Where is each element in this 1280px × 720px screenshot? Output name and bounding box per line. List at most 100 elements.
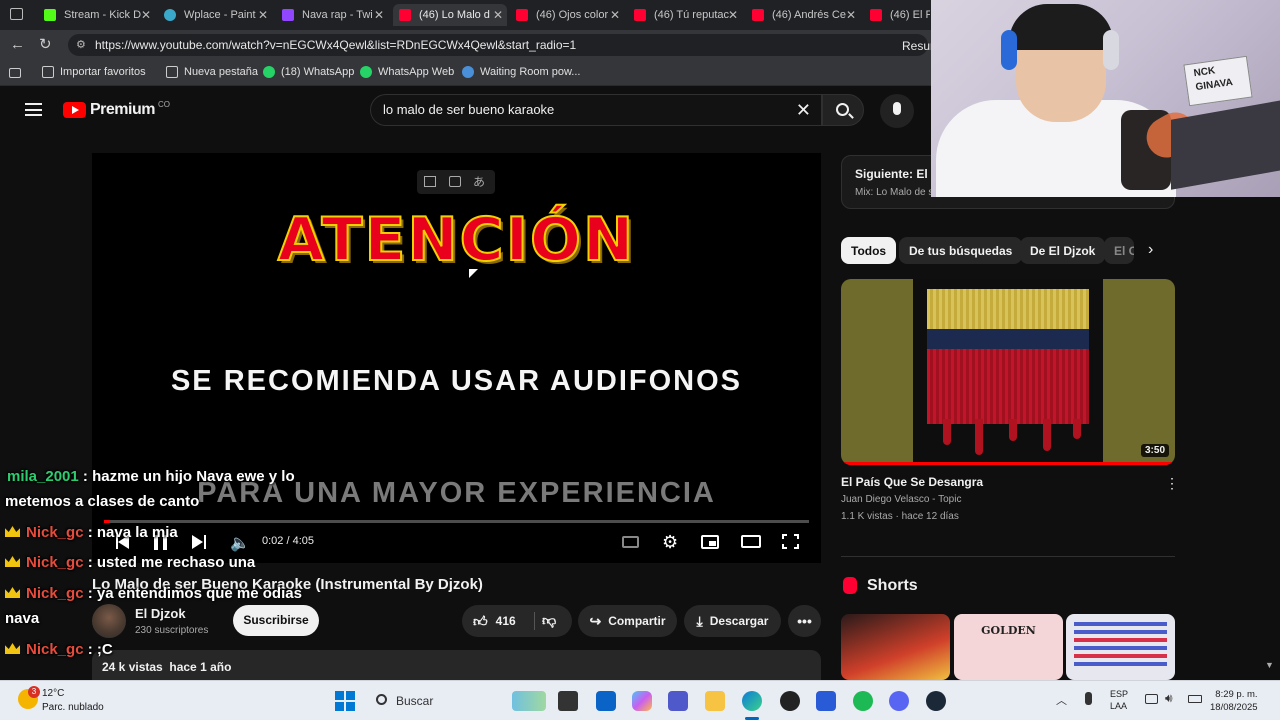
- hamburger-menu-icon[interactable]: [25, 103, 42, 116]
- clear-search-icon[interactable]: ✕: [796, 95, 811, 125]
- video-player[interactable]: あ ATENCIÓN SE RECOMIENDA USAR AUDIFONOS …: [92, 153, 821, 563]
- kick-icon: [44, 9, 56, 21]
- close-tab-icon[interactable]: ✕: [374, 8, 384, 22]
- search-button[interactable]: [822, 94, 864, 126]
- thumbs-up-icon: 👍︎: [473, 612, 488, 629]
- browser-tab[interactable]: (46) Ojos color ✕: [512, 4, 624, 26]
- sidebar-toggle-icon[interactable]: [9, 68, 21, 78]
- obs-icon[interactable]: [780, 691, 800, 711]
- store-icon[interactable]: [596, 691, 616, 711]
- voice-search-button[interactable]: [880, 94, 914, 128]
- volume-icon[interactable]: 🔈: [230, 533, 250, 553]
- steam-icon[interactable]: [926, 691, 946, 711]
- subtitles-icon[interactable]: [622, 536, 639, 548]
- chip-from-searches[interactable]: De tus búsquedas: [899, 237, 1023, 264]
- close-tab-icon[interactable]: ✕: [493, 8, 503, 22]
- spotify-icon[interactable]: [853, 691, 873, 711]
- close-tab-icon[interactable]: ✕: [141, 8, 151, 22]
- bookmark-whatsapp[interactable]: (18) WhatsApp: [263, 66, 354, 78]
- description-box[interactable]: 24 k vistas hace 1 año: [92, 650, 821, 680]
- browser-tab[interactable]: Nava rap - Twi ✕: [278, 4, 388, 26]
- short-thumbnail[interactable]: [841, 614, 950, 680]
- browser-tab[interactable]: (46) Andrés Ce ✕: [748, 4, 860, 26]
- edge-icon[interactable]: [742, 691, 762, 711]
- battery-icon[interactable]: [1188, 695, 1202, 703]
- teams-icon[interactable]: [668, 691, 688, 711]
- chip-all[interactable]: Todos: [841, 237, 897, 264]
- site-info-icon[interactable]: ⚙: [76, 34, 86, 56]
- language-indicator[interactable]: ESP LAA: [1110, 688, 1128, 712]
- chat-username: Nick_gc: [26, 585, 84, 602]
- capture-icon[interactable]: [449, 176, 461, 187]
- browser-tab[interactable]: (46) Tú reputac ✕: [630, 4, 742, 26]
- recommended-thumbnail[interactable]: 3:50: [841, 279, 1175, 465]
- short-thumbnail[interactable]: GOLDEN: [954, 614, 1063, 680]
- url-field[interactable]: ⚙ https://www.youtube.com/watch?v=nEGCWx…: [68, 34, 928, 56]
- clock-time: 8:29 p. m.: [1215, 689, 1258, 700]
- scroll-down-icon[interactable]: ▼: [1265, 660, 1274, 670]
- speaker-icon[interactable]: 🔊︎: [1165, 691, 1173, 706]
- shorts-heading: Shorts: [867, 577, 918, 594]
- progress-bar[interactable]: [104, 520, 809, 523]
- tray-mic-icon[interactable]: [1085, 692, 1092, 705]
- theater-mode-icon[interactable]: [741, 535, 761, 548]
- recommended-title[interactable]: El País Que Se Desangra: [841, 475, 983, 489]
- fullscreen-icon[interactable]: [782, 534, 799, 549]
- recommended-channel[interactable]: Juan Diego Velasco - Topic: [841, 494, 961, 505]
- task-view-icon[interactable]: [558, 691, 578, 711]
- clock[interactable]: 8:29 p. m. 18/08/2025: [1210, 688, 1258, 714]
- chevron-right-icon[interactable]: ›: [1148, 241, 1153, 259]
- youtube-icon: [870, 9, 882, 21]
- network-icon[interactable]: [1145, 694, 1158, 704]
- close-tab-icon[interactable]: ✕: [258, 8, 268, 22]
- next-icon[interactable]: [192, 535, 206, 549]
- crop-icon[interactable]: [424, 176, 436, 187]
- bookmark-waiting-room[interactable]: Waiting Room pow...: [462, 66, 580, 78]
- tab-actions-icon[interactable]: [10, 8, 23, 20]
- windows-start-icon[interactable]: [335, 691, 355, 711]
- close-tab-icon[interactable]: ✕: [728, 8, 738, 22]
- bookmark-import[interactable]: Importar favoritos: [42, 66, 146, 78]
- reload-icon[interactable]: ↻: [39, 35, 52, 53]
- taskbar-search[interactable]: Buscar: [368, 686, 503, 716]
- copilot-icon[interactable]: [632, 691, 652, 711]
- browser-tab[interactable]: Wplace - Paint ✕: [160, 4, 272, 26]
- microphone-icon: [893, 102, 901, 115]
- tray-chevron-icon[interactable]: ︿: [1056, 692, 1067, 708]
- weather-widget[interactable]: 3 12°C Parc. nublado: [16, 686, 116, 716]
- dislike-button[interactable]: 👎︎: [542, 612, 556, 629]
- youtube-logo[interactable]: Premium CO: [63, 100, 170, 119]
- file-explorer-icon[interactable]: [705, 691, 725, 711]
- browser-tab-active[interactable]: (46) Lo Malo d ✕: [393, 4, 507, 26]
- search-input[interactable]: lo malo de ser bueno karaoke ✕: [370, 94, 822, 126]
- bookmark-new-tab[interactable]: Nueva pestaña: [166, 66, 258, 78]
- thumbnail-art: [913, 279, 1103, 465]
- more-vert-icon[interactable]: ⋮: [1165, 475, 1179, 492]
- close-tab-icon[interactable]: ✕: [846, 8, 856, 22]
- download-button[interactable]: ⤓ Descargar: [684, 605, 781, 637]
- widgets-icon[interactable]: [512, 691, 546, 711]
- short-thumbnail[interactable]: [1066, 614, 1175, 680]
- taskbar: 3 12°C Parc. nublado Buscar ︿ ESP LAA 🔊︎…: [0, 680, 1280, 720]
- back-icon[interactable]: ←: [10, 36, 25, 53]
- bookmark-whatsapp-web[interactable]: WhatsApp Web: [360, 66, 454, 78]
- subscribe-button[interactable]: Suscribirse: [233, 605, 319, 636]
- discord-icon[interactable]: [889, 691, 909, 711]
- chip-more[interactable]: El C: [1104, 237, 1134, 264]
- like-button[interactable]: 👍︎ 416: [462, 613, 516, 630]
- translate-icon[interactable]: あ: [473, 173, 485, 190]
- share-button[interactable]: ↪ Compartir: [578, 605, 677, 637]
- page-icon: [166, 66, 178, 78]
- close-tab-icon[interactable]: ✕: [610, 8, 620, 22]
- miniplayer-icon[interactable]: [701, 535, 719, 549]
- headphones-icon: [1103, 30, 1119, 70]
- browser-tab[interactable]: (46) El Pe: [866, 4, 930, 26]
- editor-icon[interactable]: [816, 691, 836, 711]
- browser-tab[interactable]: Stream - Kick D ✕: [40, 4, 155, 26]
- channel-name[interactable]: El Djzok: [135, 606, 186, 621]
- more-actions-button[interactable]: •••: [788, 605, 821, 637]
- settings-gear-icon[interactable]: ⚙: [662, 532, 678, 553]
- channel-avatar[interactable]: [92, 604, 126, 638]
- chip-from-channel[interactable]: De El Djzok: [1020, 237, 1106, 264]
- up-next-subtitle: Mix: Lo Malo de s: [855, 187, 934, 198]
